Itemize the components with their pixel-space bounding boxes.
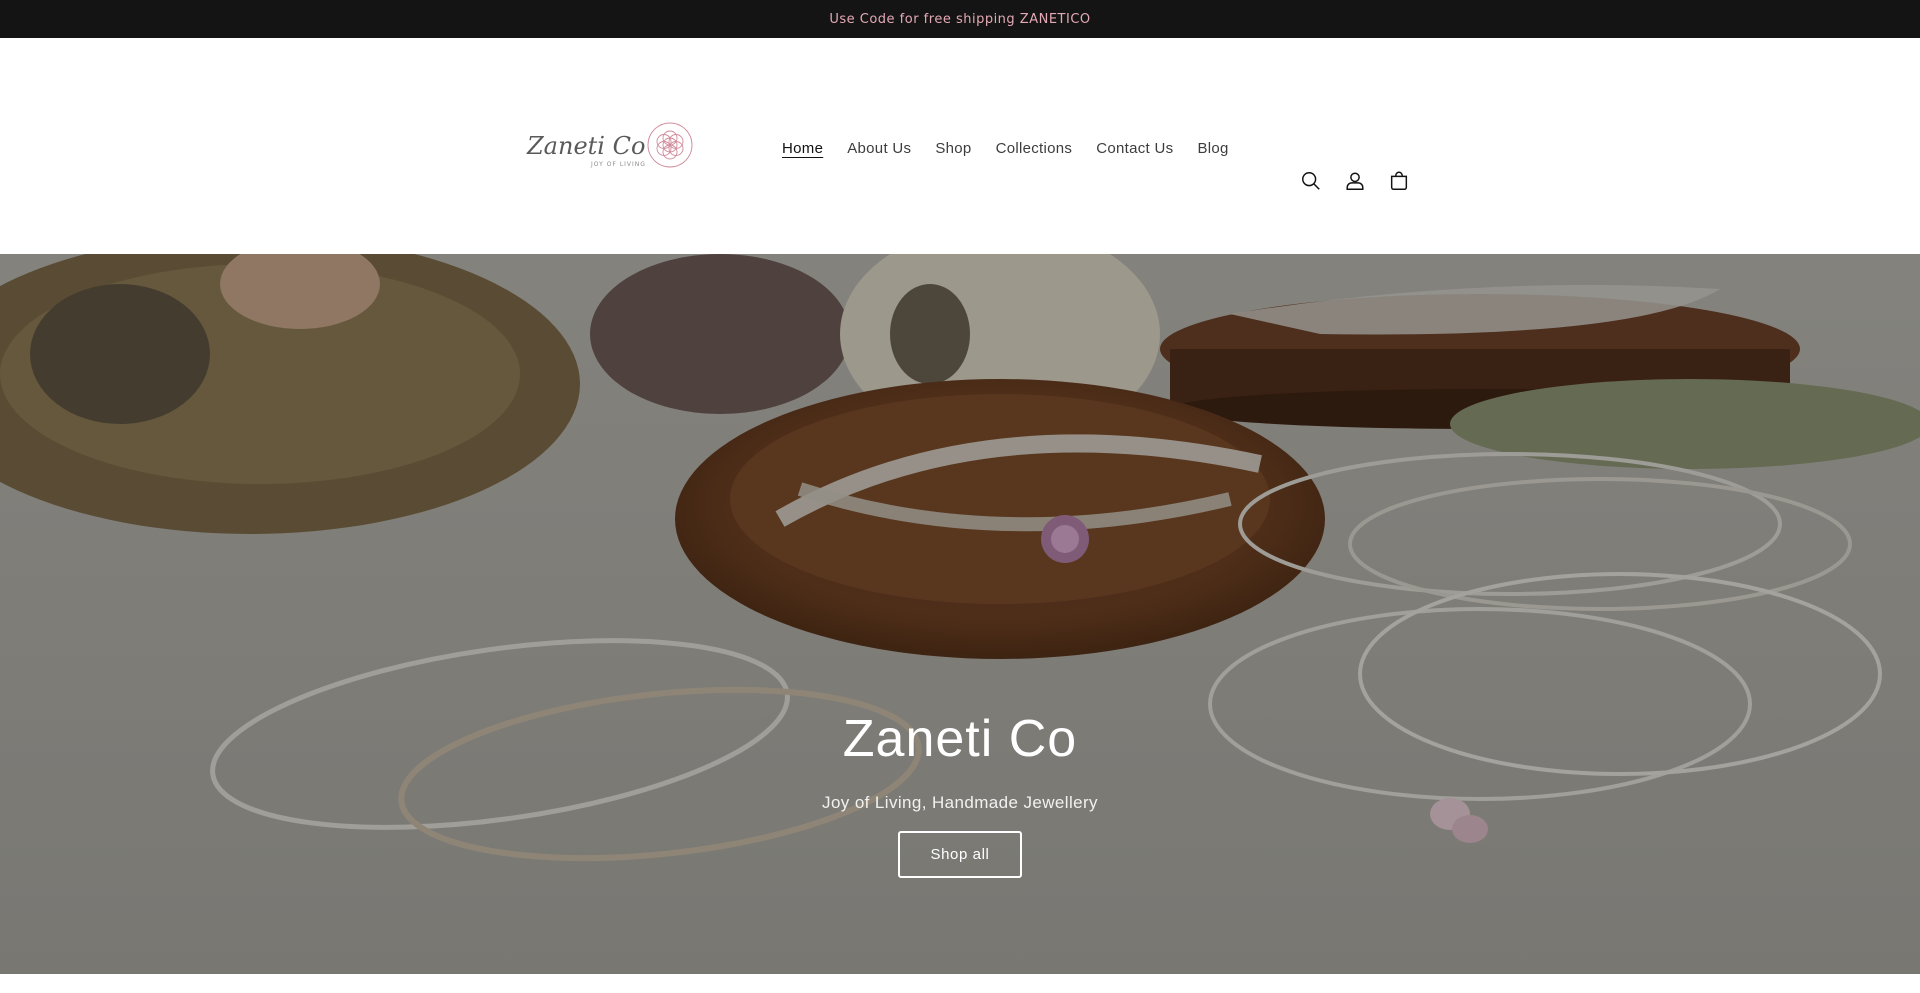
hero-title: Zaneti Co [842, 710, 1078, 768]
nav-blog[interactable]: Blog [1185, 140, 1240, 157]
nav-collections[interactable]: Collections [984, 140, 1085, 157]
main-nav: Home About Us Shop Collections Contact U… [770, 133, 1241, 163]
hero-banner: Zaneti Co Joy of Living, Handmade Jewell… [0, 254, 1920, 974]
logo-script-text: Zaneti Co [526, 132, 645, 160]
site-logo[interactable]: Zaneti Co JOY OF LIVING [525, 120, 695, 176]
announcement-bar: Use Code for free shipping ZANETICO [0, 0, 1920, 38]
account-icon[interactable] [1341, 167, 1369, 195]
header-icons [1297, 167, 1429, 195]
nav-shop[interactable]: Shop [923, 140, 983, 157]
below-hero-strip [0, 974, 1920, 993]
search-icon[interactable] [1297, 167, 1325, 195]
site-header: Zaneti Co JOY OF LIVING Home About Us Sh… [0, 38, 1920, 254]
shop-all-button[interactable]: Shop all [898, 831, 1022, 878]
hero-content: Zaneti Co Joy of Living, Handmade Jewell… [0, 709, 1920, 878]
nav-contact-us[interactable]: Contact Us [1084, 140, 1185, 157]
hero-subtitle: Joy of Living, Handmade Jewellery [822, 793, 1098, 812]
nav-about-us[interactable]: About Us [835, 140, 923, 157]
announcement-text: Use Code for free shipping ZANETICO [829, 11, 1091, 27]
logo-tagline: JOY OF LIVING [590, 161, 646, 168]
flower-of-life-icon [647, 122, 693, 168]
cart-icon[interactable] [1385, 167, 1413, 195]
nav-home[interactable]: Home [770, 140, 835, 157]
